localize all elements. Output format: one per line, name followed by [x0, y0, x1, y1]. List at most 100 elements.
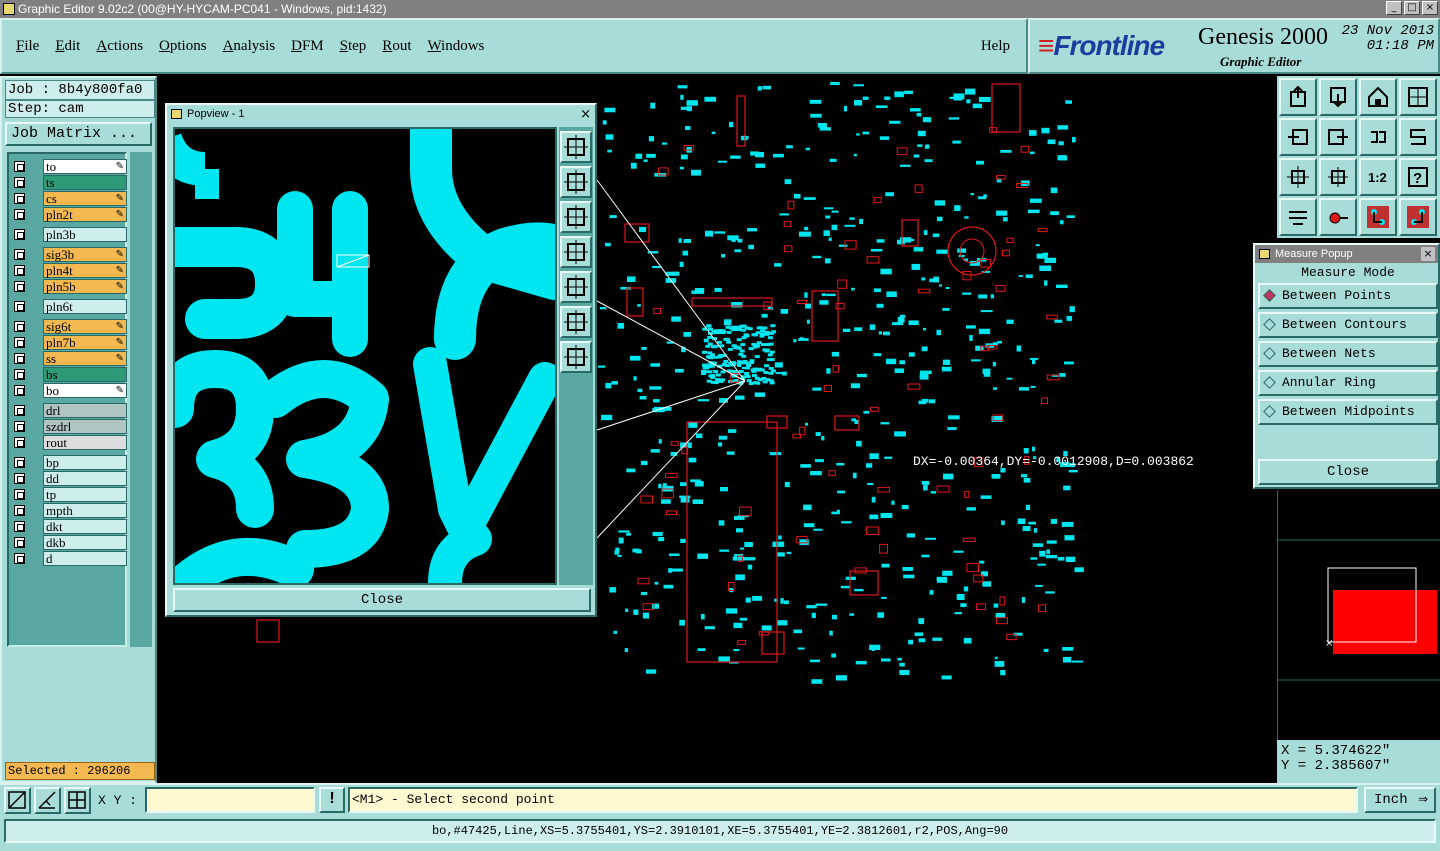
layer-checkbox[interactable]: [14, 248, 25, 260]
popview-close-icon[interactable]: ×: [580, 106, 591, 124]
layer-row-szdrl[interactable]: szdrl: [11, 418, 127, 434]
layer-row-ts[interactable]: ts: [11, 174, 127, 190]
layer-row-cs[interactable]: cs ✎: [11, 190, 127, 206]
zoom-fit-icon[interactable]: [560, 131, 592, 163]
zoom-fit-icon[interactable]: [1279, 158, 1317, 196]
layer-checkbox[interactable]: [14, 192, 25, 204]
layer-checkbox[interactable]: [14, 300, 25, 312]
layer-row-dd[interactable]: dd: [11, 470, 127, 486]
layer-row-bp[interactable]: bp: [11, 454, 127, 470]
menu-file[interactable]: File: [16, 38, 46, 55]
layer-name[interactable]: dkb: [43, 534, 127, 550]
menu-help[interactable]: Help: [981, 38, 1010, 55]
menu-analysis[interactable]: Analysis: [223, 38, 283, 55]
layer-name[interactable]: ts: [43, 174, 127, 190]
window-view-icon[interactable]: [1399, 78, 1437, 116]
layer-checkbox[interactable]: [14, 368, 25, 380]
pan-left-icon[interactable]: [1279, 118, 1317, 156]
layer-name[interactable]: pln4t ✎: [43, 262, 127, 278]
layer-row-dkb[interactable]: dkb: [11, 534, 127, 550]
overview-map[interactable]: ×: [1277, 490, 1440, 740]
menu-actions[interactable]: Actions: [96, 38, 150, 55]
layer-checkbox[interactable]: [14, 552, 25, 564]
layer-row-d[interactable]: d: [11, 550, 127, 566]
layer-checkbox[interactable]: [14, 456, 25, 468]
alert-button[interactable]: !: [319, 787, 345, 813]
menu-edit[interactable]: Edit: [55, 38, 87, 55]
layer-name[interactable]: pln5b ✎: [43, 278, 127, 294]
layer-name[interactable]: drl: [43, 402, 127, 418]
layer-row-sig3b[interactable]: sig3b ✎: [11, 246, 127, 262]
mode-between-contours[interactable]: Between Contours: [1258, 312, 1438, 338]
popview-close-button[interactable]: Close: [173, 588, 591, 612]
minimize-button[interactable]: _: [1386, 1, 1402, 15]
menu-windows[interactable]: Windows: [427, 38, 491, 55]
layer-name[interactable]: sig3b ✎: [43, 246, 127, 262]
measure-popup-title-bar[interactable]: Measure Popup ×: [1255, 245, 1438, 263]
layer-checkbox[interactable]: [14, 488, 25, 500]
popview-title-bar[interactable]: Popview - 1 ×: [167, 105, 595, 123]
net-tool-icon[interactable]: [1359, 198, 1397, 236]
layer-name[interactable]: bs: [43, 366, 127, 382]
layer-row-bs[interactable]: bs: [11, 366, 127, 382]
layer-checkbox[interactable]: [14, 520, 25, 532]
layer-name[interactable]: d: [43, 550, 127, 566]
layer-checkbox[interactable]: [14, 472, 25, 484]
home-view-icon[interactable]: [1359, 78, 1397, 116]
layer-checkbox[interactable]: [14, 536, 25, 548]
layer-row-drl[interactable]: drl: [11, 402, 127, 418]
mirror-icon[interactable]: [1399, 118, 1437, 156]
layer-name[interactable]: pln3b: [43, 226, 127, 242]
drill-tool-icon[interactable]: [1279, 198, 1317, 236]
menu-step[interactable]: Step: [340, 38, 374, 55]
zoom-extent-icon[interactable]: [560, 306, 592, 338]
layer-checkbox[interactable]: [14, 404, 25, 416]
layer-name[interactable]: dd: [43, 470, 127, 486]
layer-name[interactable]: cs ✎: [43, 190, 127, 206]
menu-options[interactable]: Options: [159, 38, 214, 55]
layer-name[interactable]: szdrl: [43, 418, 127, 434]
menu-dfm[interactable]: DFM: [291, 38, 331, 55]
popview-canvas[interactable]: [173, 127, 557, 585]
mode-between-nets[interactable]: Between Nets: [1258, 341, 1438, 367]
zoom-center-icon[interactable]: [1319, 158, 1357, 196]
layer-name[interactable]: pln7b ✎: [43, 334, 127, 350]
pan-right-icon[interactable]: [560, 271, 592, 303]
layer-checkbox[interactable]: [14, 420, 25, 432]
pan-down-icon[interactable]: [560, 201, 592, 233]
mode-annular-ring[interactable]: Annular Ring: [1258, 370, 1438, 396]
layer-checkbox[interactable]: [14, 336, 25, 348]
layer-row-sig6t[interactable]: sig6t ✎: [11, 318, 127, 334]
layer-name[interactable]: ss ✎: [43, 350, 127, 366]
layer-name[interactable]: sig6t ✎: [43, 318, 127, 334]
layer-checkbox[interactable]: [14, 228, 25, 240]
scale-one-to-two-icon[interactable]: 1:2: [1359, 158, 1397, 196]
measure-popup-close-icon[interactable]: ×: [1421, 247, 1435, 261]
layer-row-to[interactable]: to ✎: [11, 158, 127, 174]
grid-icon[interactable]: [64, 787, 91, 814]
layer-checkbox[interactable]: [14, 176, 25, 188]
layer-name[interactable]: bp: [43, 454, 127, 470]
layer-name[interactable]: bo ✎: [43, 382, 127, 398]
zoom-in-icon[interactable]: [1279, 78, 1317, 116]
mode-between-points[interactable]: Between Points: [1258, 283, 1438, 309]
help-icon[interactable]: ?: [1399, 158, 1437, 196]
layer-row-pln4t[interactable]: pln4t ✎: [11, 262, 127, 278]
pan-left-icon[interactable]: [560, 236, 592, 268]
layer-checkbox[interactable]: [14, 264, 25, 276]
layer-checkbox[interactable]: [14, 320, 25, 332]
zoom-home-icon[interactable]: [560, 341, 592, 373]
layer-name[interactable]: dkt: [43, 518, 127, 534]
layer-checkbox[interactable]: [14, 280, 25, 292]
pan-right-icon[interactable]: [1319, 118, 1357, 156]
close-window-button[interactable]: ×: [1422, 1, 1438, 15]
layer-row-dkt[interactable]: dkt: [11, 518, 127, 534]
layer-name[interactable]: tp: [43, 486, 127, 502]
layer-name[interactable]: mpth: [43, 502, 127, 518]
pad-tool-icon[interactable]: [1319, 198, 1357, 236]
xy-input[interactable]: [145, 787, 315, 813]
layer-checkbox[interactable]: [14, 160, 25, 172]
layer-row-bo[interactable]: bo ✎: [11, 382, 127, 398]
layer-row-pln5b[interactable]: pln5b ✎: [11, 278, 127, 294]
layer-name[interactable]: pln2t ✎: [43, 206, 127, 222]
